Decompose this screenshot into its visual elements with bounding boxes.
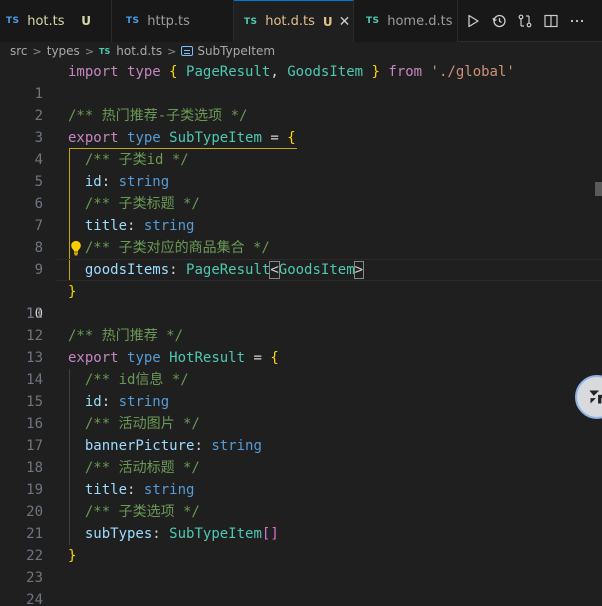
code-line: 4 export type SubTypeItem = {	[0, 127, 602, 168]
code-line: 7 /** 子类标题 */	[0, 193, 602, 234]
code-line: 11 }	[0, 281, 602, 322]
breadcrumb-item-types[interactable]: types	[47, 44, 80, 58]
code-line: 1 import type { PageResult, GoodsItem } …	[0, 61, 602, 102]
tab-label: http.ts	[147, 13, 190, 29]
code-line: 22 subTypes: SubTypeItem[]	[0, 523, 602, 564]
code-line-active: 10 goodsItems: PageResult<GoodsItem>	[0, 259, 602, 322]
typescript-definition-file-icon: TS	[366, 16, 380, 26]
timeline-icon[interactable]	[490, 12, 508, 30]
breadcrumb-item-file[interactable]: hot.d.ts	[116, 44, 162, 58]
line-number: 24	[26, 592, 43, 606]
run-icon[interactable]	[464, 12, 482, 30]
breadcrumb-chevron-icon: >	[84, 44, 95, 58]
code-line: 19 /** 活动标题 */	[0, 457, 602, 498]
editor-tab-bar: TS hot.ts U TS http.ts TS hot.d.ts U ✕ T…	[0, 0, 602, 42]
code-line: 13 /** 热门推荐 */	[0, 325, 602, 366]
breadcrumb: src > types > TS hot.d.ts > SubTypeItem	[0, 42, 602, 60]
untracked-badge: U	[81, 14, 91, 28]
code-line: 9 /** 子类对应的商品集合 */	[0, 237, 602, 278]
tab-home-d-ts[interactable]: TS home.d.ts	[354, 0, 458, 42]
compare-changes-icon[interactable]	[516, 12, 534, 30]
breadcrumb-item-src[interactable]: src	[10, 44, 28, 58]
breadcrumb-chevron-icon: >	[167, 44, 177, 58]
code-line: 24	[0, 567, 602, 606]
tab-hot-d-ts[interactable]: TS hot.d.ts U ✕	[234, 0, 354, 42]
editor-actions	[464, 0, 586, 42]
more-actions-icon[interactable]	[568, 12, 586, 30]
tab-label: home.d.ts	[387, 13, 453, 29]
code-line: 12	[0, 303, 602, 344]
code-line: 18 bannerPicture: string	[0, 435, 602, 476]
code-line: 20 title: string	[0, 479, 602, 520]
tab-http-ts[interactable]: TS http.ts	[112, 0, 234, 42]
code-line: 3 /** 热门推荐-子类选项 */	[0, 105, 602, 146]
tab-label: hot.ts	[27, 13, 65, 29]
code-line: 15 /** id信息 */	[0, 369, 602, 410]
code-line: 6 id: string	[0, 171, 602, 212]
symbol-interface-icon	[181, 46, 194, 56]
typescript-file-icon: TS	[6, 16, 20, 26]
typescript-definition-file-icon: TS	[99, 46, 111, 56]
typescript-file-icon: TS	[126, 16, 140, 26]
breadcrumb-chevron-icon: >	[32, 44, 42, 58]
code-line: 17 /** 活动图片 */	[0, 413, 602, 454]
tab-label: hot.d.ts	[265, 14, 315, 29]
close-tab-icon[interactable]: ✕	[339, 14, 351, 30]
typescript-definition-file-icon: TS	[244, 16, 258, 27]
code-line: 5 /** 子类id */	[0, 149, 602, 190]
breadcrumb-item-symbol[interactable]: SubTypeItem	[197, 44, 275, 58]
untracked-badge: U	[322, 14, 333, 29]
code-line: 23 }	[0, 545, 602, 586]
split-editor-icon[interactable]	[542, 12, 560, 30]
code-line: 14 export type HotResult = {	[0, 347, 602, 388]
code-line: 2	[0, 83, 602, 124]
tab-hot-ts[interactable]: TS hot.ts U	[0, 0, 112, 42]
code-line: 16 id: string	[0, 391, 602, 432]
code-line: 21 /** 子类选项 */	[0, 501, 602, 542]
code-editor[interactable]: 1 import type { PageResult, GoodsItem } …	[0, 61, 602, 606]
code-line: 8 title: string	[0, 215, 602, 256]
